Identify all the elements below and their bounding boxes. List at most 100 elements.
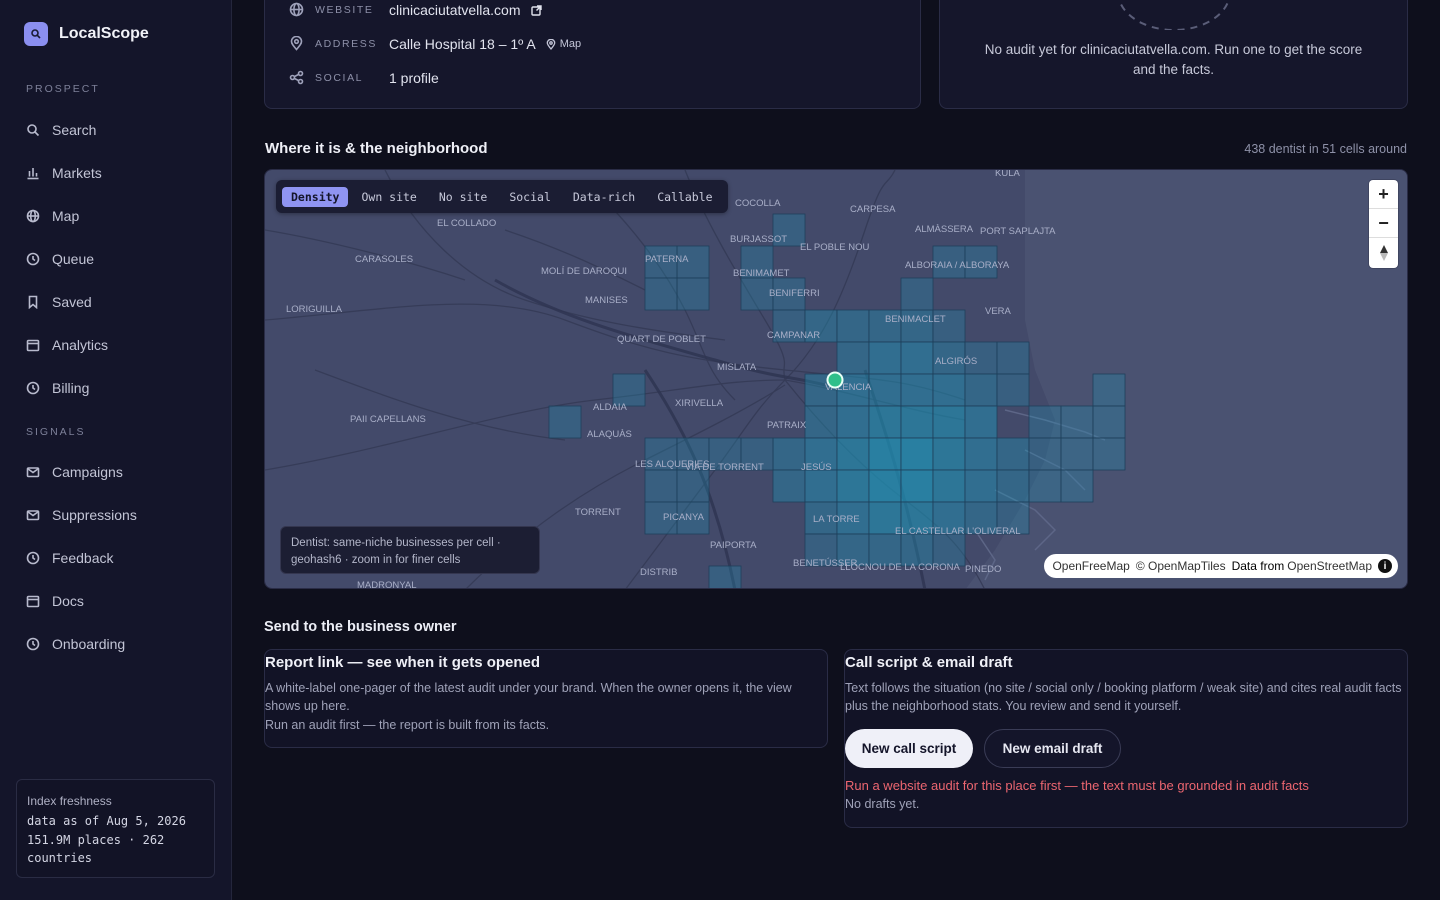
density-cell[interactable] — [964, 405, 998, 439]
sidebar: LocalScope PROSPECT Search Markets Map Q… — [0, 0, 232, 900]
audit-card: No audit yet for clinicaciutatvella.com.… — [939, 0, 1408, 109]
business-marker[interactable] — [826, 371, 844, 389]
compass-reset-button[interactable] — [1369, 238, 1398, 267]
density-cell[interactable] — [900, 469, 934, 503]
density-cell[interactable] — [900, 341, 934, 375]
nav-item-search[interactable]: Search — [26, 118, 96, 142]
density-cell[interactable] — [836, 309, 870, 343]
density-cell[interactable] — [932, 437, 966, 471]
nav-item-queue[interactable]: Queue — [26, 247, 94, 271]
density-cell[interactable] — [804, 405, 838, 439]
clock-icon — [26, 252, 40, 266]
density-cell[interactable] — [1092, 437, 1126, 471]
map-zoom-controls: + − — [1369, 180, 1398, 268]
website-link[interactable]: clinicaciutatvella.com — [389, 2, 521, 18]
legend-line-1: Dentist: same-niche businesses per cell … — [291, 537, 501, 549]
filter-no-site[interactable]: No site — [430, 187, 496, 207]
report-card-title: Report link — see when it gets opened — [265, 654, 541, 671]
map-place-label: EL POBLE NOU — [800, 242, 869, 253]
zoom-in-button[interactable]: + — [1369, 180, 1398, 209]
map-place-label: TORRENT — [575, 507, 621, 518]
density-cell[interactable] — [964, 437, 998, 471]
nav-item-docs[interactable]: Docs — [26, 589, 84, 613]
density-cell[interactable] — [836, 437, 870, 471]
filter-social[interactable]: Social — [500, 187, 560, 207]
density-cell[interactable] — [900, 405, 934, 439]
filter-callable[interactable]: Callable — [648, 187, 721, 207]
density-cell[interactable] — [1092, 405, 1126, 439]
filter-own-site[interactable]: Own site — [352, 187, 425, 207]
density-map[interactable]: COCOLLA BURJASSOT EL POBLE NOU ALMÀSSERA POR… — [265, 170, 1407, 589]
density-cell[interactable] — [868, 469, 902, 503]
zoom-out-button[interactable]: − — [1369, 209, 1398, 238]
density-cell[interactable] — [676, 277, 710, 311]
density-cell[interactable] — [708, 565, 742, 589]
external-link-icon[interactable] — [530, 4, 542, 16]
density-cell[interactable] — [772, 469, 806, 503]
density-cell[interactable] — [932, 469, 966, 503]
density-cell[interactable] — [836, 469, 870, 503]
density-cell[interactable] — [932, 373, 966, 407]
nav-item-markets[interactable]: Markets — [26, 161, 102, 185]
nav-item-billing[interactable]: Billing — [26, 376, 89, 400]
website-value[interactable]: clinicaciutatvella.com — [389, 2, 542, 18]
filter-data-rich[interactable]: Data-rich — [564, 187, 644, 207]
density-cell[interactable] — [1060, 405, 1094, 439]
density-cell[interactable] — [996, 341, 1030, 375]
density-cell[interactable] — [548, 405, 582, 439]
density-cell[interactable] — [1092, 373, 1126, 407]
clock-icon — [26, 551, 40, 565]
density-cell[interactable] — [1060, 437, 1094, 471]
nav-item-onboarding[interactable]: Onboarding — [26, 632, 125, 656]
info-icon[interactable]: i — [1378, 559, 1392, 573]
density-cell[interactable] — [1060, 469, 1094, 503]
bookmark-icon — [28, 295, 38, 309]
density-cell[interactable] — [1028, 437, 1062, 471]
density-cell[interactable] — [836, 405, 870, 439]
nav-item-map[interactable]: Map — [26, 204, 79, 228]
density-cell[interactable] — [676, 469, 710, 503]
density-cell[interactable] — [1028, 405, 1062, 439]
new-email-draft-button[interactable]: New email draft — [984, 729, 1121, 768]
density-cell[interactable] — [868, 437, 902, 471]
density-cell[interactable] — [900, 277, 934, 311]
nav-item-feedback[interactable]: Feedback — [26, 546, 113, 570]
map-place-label: PINEDO — [965, 564, 1001, 575]
density-cell[interactable] — [868, 341, 902, 375]
social-value[interactable]: 1 profile — [389, 70, 439, 86]
density-cell[interactable] — [996, 373, 1030, 407]
density-cell[interactable] — [868, 373, 902, 407]
nav-item-suppressions[interactable]: Suppressions — [26, 503, 137, 527]
attribution-openmaptiles[interactable]: © OpenMapTiles — [1136, 559, 1226, 573]
density-cell[interactable] — [868, 405, 902, 439]
attribution-openfreemap[interactable]: OpenFreeMap — [1052, 559, 1129, 573]
map-place-label: LORIGUILLA — [286, 304, 343, 315]
density-cell[interactable] — [996, 437, 1030, 471]
density-cell[interactable] — [900, 437, 934, 471]
clock-icon — [26, 381, 40, 395]
density-cell[interactable] — [996, 469, 1030, 503]
density-cell[interactable] — [964, 469, 998, 503]
density-cell[interactable] — [804, 469, 838, 503]
brand[interactable]: LocalScope — [24, 22, 149, 46]
density-cell[interactable] — [644, 277, 678, 311]
map-link[interactable]: Map — [546, 38, 581, 50]
nav-item-campaigns[interactable]: Campaigns — [26, 460, 123, 484]
map-legend: Dentist: same-niche businesses per cell … — [280, 526, 540, 574]
density-cell[interactable] — [964, 373, 998, 407]
attribution-osm[interactable]: OpenStreetMap — [1287, 559, 1372, 573]
score-ring-placeholder — [1118, 0, 1230, 30]
density-cell[interactable] — [1028, 469, 1062, 503]
call-script-card: Call script & email draft Text follows t… — [844, 649, 1408, 828]
script-error-message: Run a website audit for this place first… — [845, 778, 1309, 793]
new-call-script-button[interactable]: New call script — [845, 729, 973, 768]
map-place-label: PAII CAPELLANS — [350, 414, 426, 425]
nav-item-saved[interactable]: Saved — [26, 290, 92, 314]
map-place-label: PATRAIX — [767, 420, 807, 431]
density-cell[interactable] — [836, 341, 870, 375]
density-cell[interactable] — [932, 405, 966, 439]
density-cell[interactable] — [644, 469, 678, 503]
nav-item-analytics[interactable]: Analytics — [26, 333, 108, 357]
density-cell[interactable] — [900, 373, 934, 407]
filter-density[interactable]: Density — [282, 186, 349, 207]
